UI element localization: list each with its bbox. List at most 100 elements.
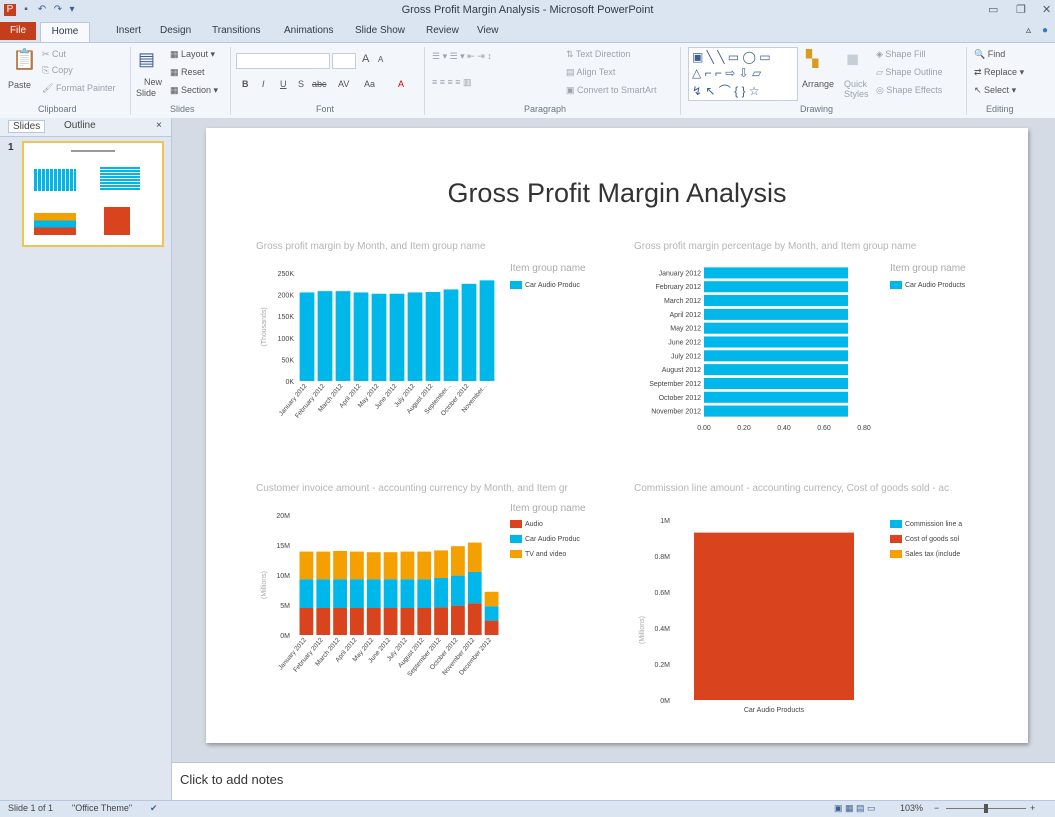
align-text-button[interactable]: ▤ Align Text xyxy=(566,67,615,78)
quick-styles-icon[interactable]: ◼ xyxy=(846,49,859,69)
quick-styles-button-2[interactable]: Styles xyxy=(844,89,869,99)
bar-segment xyxy=(400,579,415,608)
character-spacing-button[interactable]: AV xyxy=(338,79,349,89)
tab-slide-show[interactable]: Slide Show xyxy=(355,25,405,36)
ribbon-divider xyxy=(230,47,231,115)
change-case-button[interactable]: Aa xyxy=(364,79,375,89)
thumbnail-chart-1 xyxy=(34,169,76,191)
italic-button[interactable]: I xyxy=(262,79,265,89)
new-slide-label[interactable]: New xyxy=(144,77,162,87)
tab-design[interactable]: Design xyxy=(160,25,191,36)
tab-animations[interactable]: Animations xyxy=(284,25,333,36)
y-tick-label: 0.6M xyxy=(654,590,670,597)
slide-title[interactable]: Gross Profit Margin Analysis xyxy=(206,178,1028,209)
convert-smartart-button[interactable]: ▣ Convert to SmartArt xyxy=(566,85,657,96)
chart-2-legend-label: Car Audio Products xyxy=(905,281,966,289)
zoom-out-button[interactable]: − xyxy=(934,803,939,813)
bar-segment xyxy=(366,552,381,580)
minimize-ribbon-icon[interactable]: ▵ xyxy=(1026,25,1031,36)
chart-1-bar-chart[interactable]: 0K50K100K150K200K250K(Thousands)January … xyxy=(256,263,511,438)
format-painter-button[interactable]: 🖌 Format Painter xyxy=(42,83,115,94)
copy-button[interactable]: ⎘ Copy xyxy=(42,65,73,76)
tab-home[interactable]: Home xyxy=(40,22,90,43)
quick-styles-button[interactable]: Quick xyxy=(844,79,867,89)
chart-1-legend-swatch xyxy=(510,281,522,289)
tab-view[interactable]: View xyxy=(477,25,499,36)
reset-button[interactable]: ▦ Reset xyxy=(170,67,205,78)
paste-button[interactable]: Paste xyxy=(8,80,31,90)
y-tick-label: October 2012 xyxy=(659,395,702,402)
bar xyxy=(443,289,459,381)
tab-slides[interactable]: Slides xyxy=(8,120,46,133)
shadow-button[interactable]: S xyxy=(298,79,304,89)
chart-3-stacked-bar-chart[interactable]: 0M5M10M15M20M(Millions)January 2012Febru… xyxy=(256,508,516,693)
layout-button[interactable]: ▦ Layout ▾ xyxy=(170,49,215,60)
close-window-icon[interactable]: ✕ xyxy=(1042,3,1051,16)
x-tick-label: Car Audio Products xyxy=(744,707,805,713)
chart-4-bar-chart[interactable]: 0M 0.2M 0.4M 0.6M 0.8M 1M (Millions) Car Audio … xyxy=(634,508,884,713)
shapes-gallery[interactable]: ▣ ╲ ╲ ▭ ◯ ▭ △ ⌐ ⌐ ⇨ ⇩ ▱ ↯ ↖ ⌒ { } ☆ xyxy=(688,47,798,101)
bar-segment xyxy=(434,607,448,635)
bold-button[interactable]: B xyxy=(242,79,249,89)
bar-segment xyxy=(299,551,314,580)
bar xyxy=(704,322,848,334)
shapes-row-3: ↯ ↖ ⌒ { } ☆ xyxy=(692,84,760,98)
tab-file[interactable]: File xyxy=(0,22,36,40)
bullets-button[interactable]: ☰ ▾ ☰ ▾ ⇤ ⇥ ↕ xyxy=(432,51,492,62)
shape-effects-button[interactable]: ◎ Shape Effects xyxy=(876,85,942,96)
cut-button[interactable]: ✂ Cut xyxy=(42,49,66,60)
grow-font-button[interactable]: A xyxy=(362,53,369,65)
bar xyxy=(694,532,854,700)
shrink-font-button[interactable]: A xyxy=(378,55,383,64)
text-direction-button[interactable]: ⇅ Text Direction xyxy=(566,49,630,60)
shape-outline-button[interactable]: ▱ Shape Outline xyxy=(876,67,942,78)
bar xyxy=(704,391,848,403)
section-button[interactable]: ▦ Section ▾ xyxy=(170,85,218,96)
chart-4-legend-item: Cost of goods sol xyxy=(890,535,976,543)
paste-icon[interactable]: 📋 xyxy=(12,47,37,72)
bar xyxy=(479,280,495,381)
tab-outline[interactable]: Outline xyxy=(64,120,96,131)
y-tick-label: June 2012 xyxy=(668,340,701,347)
tab-insert[interactable]: Insert xyxy=(116,25,141,36)
arrange-button[interactable]: Arrange xyxy=(802,79,834,89)
tab-review[interactable]: Review xyxy=(426,25,459,36)
slide-thumbnail[interactable] xyxy=(22,141,164,247)
replace-button[interactable]: ⇄ Replace ▾ xyxy=(974,67,1024,78)
bar-segment xyxy=(333,551,347,580)
x-tick-label: 0.40 xyxy=(777,425,791,432)
select-button[interactable]: ↖ Select ▾ xyxy=(974,85,1016,96)
new-slide-label-2[interactable]: Slide xyxy=(136,88,156,98)
strikethrough-button[interactable]: abc xyxy=(312,79,327,89)
font-color-button[interactable]: A xyxy=(398,79,404,89)
y-tick-label: 150K xyxy=(278,314,295,321)
theme-status[interactable]: "Office Theme" xyxy=(72,803,132,813)
help-icon[interactable]: ● xyxy=(1042,25,1048,36)
minimize-icon[interactable]: ▭ xyxy=(988,3,998,16)
font-name-combo[interactable] xyxy=(236,53,330,69)
shape-fill-label: Shape Fill xyxy=(885,49,926,59)
bar xyxy=(704,405,848,417)
y-tick-label: 200K xyxy=(278,293,295,300)
align-buttons[interactable]: ≡ ≡ ≡ ≡ ▥ xyxy=(432,77,472,88)
zoom-level[interactable]: 103% xyxy=(900,803,923,813)
restore-icon[interactable]: ❐ xyxy=(1016,3,1026,16)
tab-transitions[interactable]: Transitions xyxy=(212,25,261,36)
zoom-slider-thumb[interactable] xyxy=(984,804,988,813)
chart-2-bar-chart[interactable]: January 2012 February 2012 March 2012 April… xyxy=(634,266,879,446)
underline-button[interactable]: U xyxy=(280,79,287,89)
zoom-in-button[interactable]: + xyxy=(1030,803,1035,813)
font-size-combo[interactable] xyxy=(332,53,356,69)
find-button[interactable]: 🔍 Find xyxy=(974,49,1005,60)
notes-placeholder[interactable]: Click to add notes xyxy=(180,772,283,787)
shape-fill-button[interactable]: ◈ Shape Fill xyxy=(876,49,925,60)
paragraph-group-label: Paragraph xyxy=(524,104,567,114)
bar xyxy=(704,350,848,362)
close-pane-icon[interactable]: × xyxy=(156,120,162,131)
spell-check-icon[interactable]: ✔ xyxy=(150,803,158,814)
view-buttons[interactable]: ▣ ▦ ▤ ▭ xyxy=(834,803,876,814)
new-slide-icon[interactable]: ▤ xyxy=(138,49,155,70)
notes-pane[interactable]: Click to add notes xyxy=(172,762,1055,801)
slide-canvas[interactable]: Gross Profit Margin Analysis Gross profi… xyxy=(206,128,1028,743)
arrange-icon[interactable]: ▚ xyxy=(806,49,818,69)
